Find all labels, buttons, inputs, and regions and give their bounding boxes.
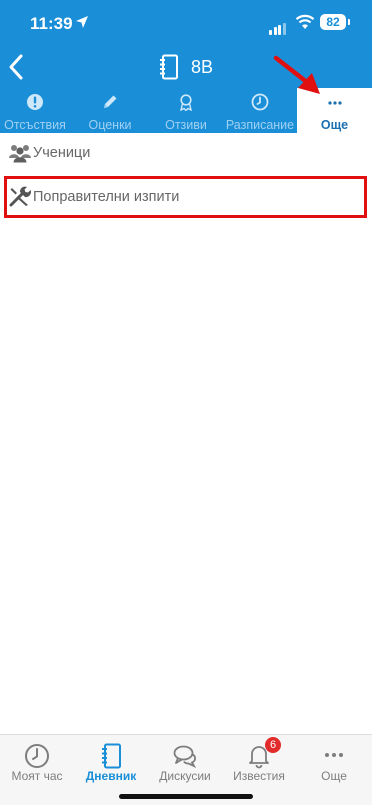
home-indicator xyxy=(119,794,253,799)
page-title: 8В xyxy=(191,57,214,77)
notification-badge: 6 xyxy=(265,737,281,753)
list-item-students[interactable]: Ученици xyxy=(0,133,372,173)
clock-icon xyxy=(251,93,269,111)
status-time: 11:39 xyxy=(30,14,73,33)
nav-notifications[interactable]: 6 Известия xyxy=(222,735,296,795)
tab-label: Още xyxy=(320,118,349,132)
nav-journal[interactable]: Дневник xyxy=(74,735,148,795)
status-bar: 11:39 82 xyxy=(0,0,372,48)
tab-absences[interactable]: Отсъствия xyxy=(0,88,70,133)
award-icon xyxy=(180,94,192,111)
nav-discussions[interactable]: Дискусии xyxy=(148,735,222,795)
highlight-box xyxy=(4,176,367,218)
annotation-arrow-icon xyxy=(273,55,320,94)
location-arrow-icon xyxy=(76,16,88,28)
nav-label: Моят час xyxy=(11,769,63,783)
users-icon xyxy=(9,145,31,163)
battery-tip xyxy=(348,19,350,25)
tab-label: Разписание xyxy=(225,118,295,132)
notebook-icon xyxy=(160,54,178,80)
battery-indicator: 82 xyxy=(320,14,346,30)
cellular-signal-icon xyxy=(269,17,287,35)
nav-more[interactable]: Още xyxy=(297,735,371,795)
nav-label: Дневник xyxy=(85,769,137,783)
more-dots-icon xyxy=(327,101,342,105)
pencil-icon xyxy=(104,95,117,108)
tab-label: Отсъствия xyxy=(4,118,66,132)
exclamation-icon xyxy=(27,94,43,110)
back-chevron-icon[interactable] xyxy=(6,52,26,82)
wifi-icon xyxy=(295,14,315,29)
clock-icon xyxy=(25,744,49,768)
tab-reviews[interactable]: Отзиви xyxy=(150,88,222,133)
nav-label: Още xyxy=(321,769,347,783)
nav-label: Дискусии xyxy=(159,769,211,783)
nav-my-class[interactable]: Моят час xyxy=(0,735,74,795)
tab-grades[interactable]: Оценки xyxy=(74,88,146,133)
tab-label: Отзиви xyxy=(165,118,207,132)
more-dots-icon xyxy=(325,753,343,757)
nav-label: Известия xyxy=(233,769,285,783)
tab-label: Оценки xyxy=(88,118,132,132)
notebook-icon xyxy=(102,743,121,769)
list-item-label: Ученици xyxy=(33,145,91,161)
chat-icon xyxy=(173,745,197,768)
